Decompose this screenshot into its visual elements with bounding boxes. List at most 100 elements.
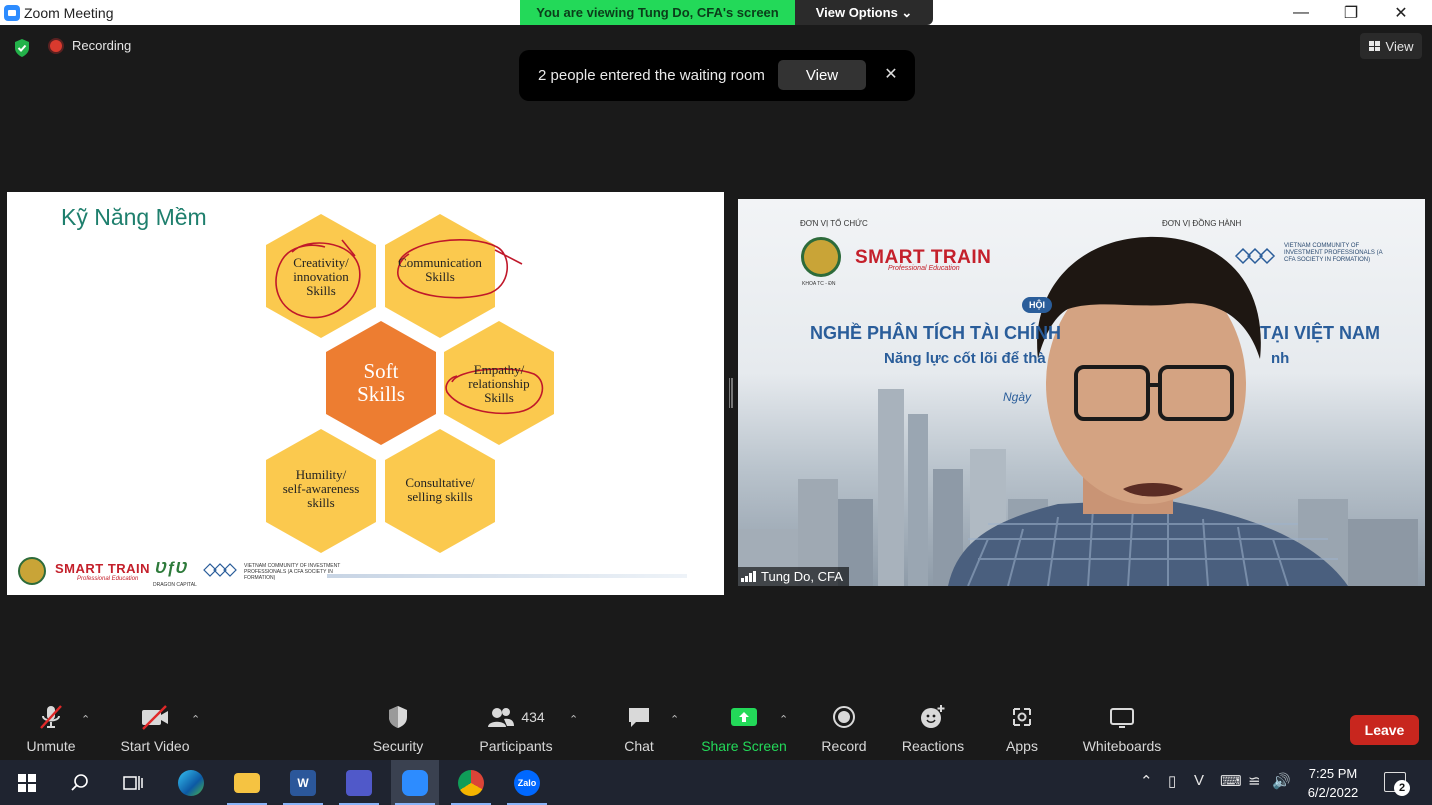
word-taskbar-app[interactable]: W	[279, 760, 327, 805]
share-screen-icon	[731, 708, 757, 726]
word-icon: W	[290, 769, 316, 796]
dragon-capital-logo: ƲƒƲ	[155, 560, 188, 577]
hex-label-creativity: Creativity/ innovation Skills	[293, 255, 349, 298]
partner-label: ĐƠN VỊ ĐỒNG HÀNH	[1162, 219, 1242, 228]
chat-button[interactable]: Chat	[617, 700, 661, 760]
reactions-smiley-icon	[921, 705, 945, 728]
record-button[interactable]: Record	[815, 700, 873, 760]
whiteboards-button[interactable]: Whiteboards	[1080, 700, 1164, 760]
participant-name: Tung Do, CFA	[761, 569, 843, 584]
reactions-label: Reactions	[901, 738, 965, 754]
start-video-button[interactable]: Start Video	[116, 700, 194, 760]
audio-options-chevron-icon[interactable]: ⌃	[81, 713, 90, 726]
close-icon[interactable]: ✕	[879, 62, 903, 86]
zoom-app-icon	[4, 4, 20, 21]
zalo-icon: Zalo	[514, 769, 540, 796]
video-off-icon	[142, 705, 168, 730]
chat-label: Chat	[624, 738, 654, 754]
start-button[interactable]	[3, 760, 51, 805]
view-layout-button[interactable]: View	[1360, 33, 1422, 59]
record-dot-icon	[50, 39, 62, 52]
zalo-taskbar-app[interactable]: Zalo	[503, 760, 551, 805]
smart-train-tagline: Professional Education	[77, 576, 139, 582]
search-icon	[71, 773, 88, 791]
participant-video-tung-do[interactable]: ĐƠN VỊ TỔ CHỨC ĐƠN VỊ ĐỒNG HÀNH KHOA TC …	[738, 199, 1425, 586]
unmute-button[interactable]: Unmute	[18, 700, 84, 760]
zoom-window: Zoom Meeting You are viewing Tung Do, CF…	[0, 0, 1432, 805]
file-explorer-taskbar-app[interactable]	[223, 760, 271, 805]
hex-label-empathy: Empathy/ relationship Skills	[468, 362, 530, 405]
participant-name-tag: Tung Do, CFA	[738, 567, 849, 586]
leave-button[interactable]: Leave	[1350, 715, 1419, 745]
unmute-label: Unmute	[26, 738, 76, 754]
chrome-icon	[458, 769, 484, 796]
task-view-icon	[123, 775, 143, 790]
windows-logo-icon	[18, 773, 36, 792]
participants-button[interactable]: 434 Participants	[478, 700, 554, 760]
usb-device-icon[interactable]: ▯	[1168, 772, 1176, 790]
chat-options-chevron-icon[interactable]: ⌃	[670, 713, 679, 726]
hex-label-consultative: Consultative/ selling skills	[405, 475, 475, 504]
connection-signal-icon	[741, 571, 756, 582]
maximize-button[interactable]: ❐	[1328, 0, 1374, 25]
recording-label: Recording	[72, 38, 132, 53]
vcip-logo-icon	[203, 563, 237, 577]
apps-label: Apps	[1006, 738, 1038, 754]
waiting-room-notification: 2 people entered the waiting room View ✕	[519, 50, 915, 101]
zoom-icon	[402, 769, 428, 796]
teams-taskbar-app[interactable]	[335, 760, 383, 805]
view-options-dropdown[interactable]: View Options ⌄	[795, 0, 933, 25]
whiteboard-icon	[1110, 708, 1134, 728]
event-headline: NGHỀ PHÂN TÍCH TÀI CHÍNH	[810, 323, 1061, 343]
encryption-shield-icon[interactable]	[12, 38, 32, 58]
search-button[interactable]	[56, 760, 104, 805]
participants-label: Participants	[479, 738, 553, 754]
split-resize-handle[interactable]	[729, 378, 734, 408]
wifi-icon[interactable]: ≌	[1248, 772, 1261, 790]
zoom-taskbar-app[interactable]	[391, 760, 439, 805]
shared-screen-slide: Kỹ Năng Mềm Creativity/ innovation Skill…	[7, 192, 724, 595]
volume-icon[interactable]: 🔊	[1272, 772, 1291, 790]
apps-button[interactable]: Apps	[1000, 700, 1044, 760]
hex-label-humility: Humility/ self-awareness skills	[282, 467, 360, 510]
waiting-room-view-button[interactable]: View	[778, 60, 866, 90]
event-subheadline-end: nh	[1271, 350, 1290, 367]
minimize-button[interactable]: —	[1278, 0, 1324, 25]
edge-icon	[178, 769, 204, 796]
participants-icon	[488, 708, 515, 727]
chrome-taskbar-app[interactable]	[447, 760, 495, 805]
close-window-button[interactable]: ✕	[1378, 0, 1424, 25]
event-subheadline: Năng lực cốt lõi để thà	[884, 350, 1046, 367]
keyboard-icon[interactable]: ⌨	[1220, 772, 1242, 790]
organizer-label: ĐƠN VỊ TỔ CHỨC	[800, 219, 868, 228]
windows-taskbar: W Zalo ⌃ ▯ V ⌨ ≌ 🔊 7:25 PM 6/2/2022 2	[0, 760, 1432, 805]
waiting-room-message: 2 people entered the waiting room	[538, 67, 765, 84]
reactions-button[interactable]: Reactions	[899, 700, 967, 760]
event-badge: HỘI	[1022, 297, 1052, 313]
meeting-controls-toolbar: Unmute ⌃ Start Video ⌃ Security 434 Part…	[0, 700, 1432, 760]
university-seal-logo	[18, 557, 46, 585]
event-date: Ngày	[1003, 390, 1032, 404]
share-options-chevron-icon[interactable]: ⌃	[779, 713, 788, 726]
notification-count-badge: 2	[1394, 780, 1410, 796]
participants-options-chevron-icon[interactable]: ⌃	[569, 713, 578, 726]
smart-train-logo: SMART TRAIN	[55, 561, 151, 576]
window-title: Zoom Meeting	[24, 4, 114, 21]
recording-indicator[interactable]: Recording	[50, 38, 131, 53]
security-button[interactable]: Security	[366, 700, 430, 760]
task-view-button[interactable]	[109, 760, 157, 805]
vpn-v-icon[interactable]: V	[1194, 772, 1204, 789]
smart-train-tagline: Professional Education	[888, 265, 960, 272]
record-icon	[833, 706, 855, 728]
show-hidden-icons-chevron-icon[interactable]: ⌃	[1140, 772, 1153, 790]
share-screen-label: Share Screen	[701, 738, 787, 754]
video-options-chevron-icon[interactable]: ⌃	[191, 713, 200, 726]
vcip-logo-icon	[1234, 247, 1276, 265]
share-screen-button[interactable]: Share Screen	[700, 700, 788, 760]
view-layout-label: View	[1385, 38, 1414, 54]
edge-taskbar-app[interactable]	[167, 760, 215, 805]
chat-bubble-icon	[629, 708, 649, 727]
hex-label-soft-skills: Soft Skills	[357, 359, 405, 406]
system-clock[interactable]: 7:25 PM 6/2/2022	[1296, 764, 1370, 802]
seal-caption: KHOA TC - ĐN	[802, 281, 836, 287]
